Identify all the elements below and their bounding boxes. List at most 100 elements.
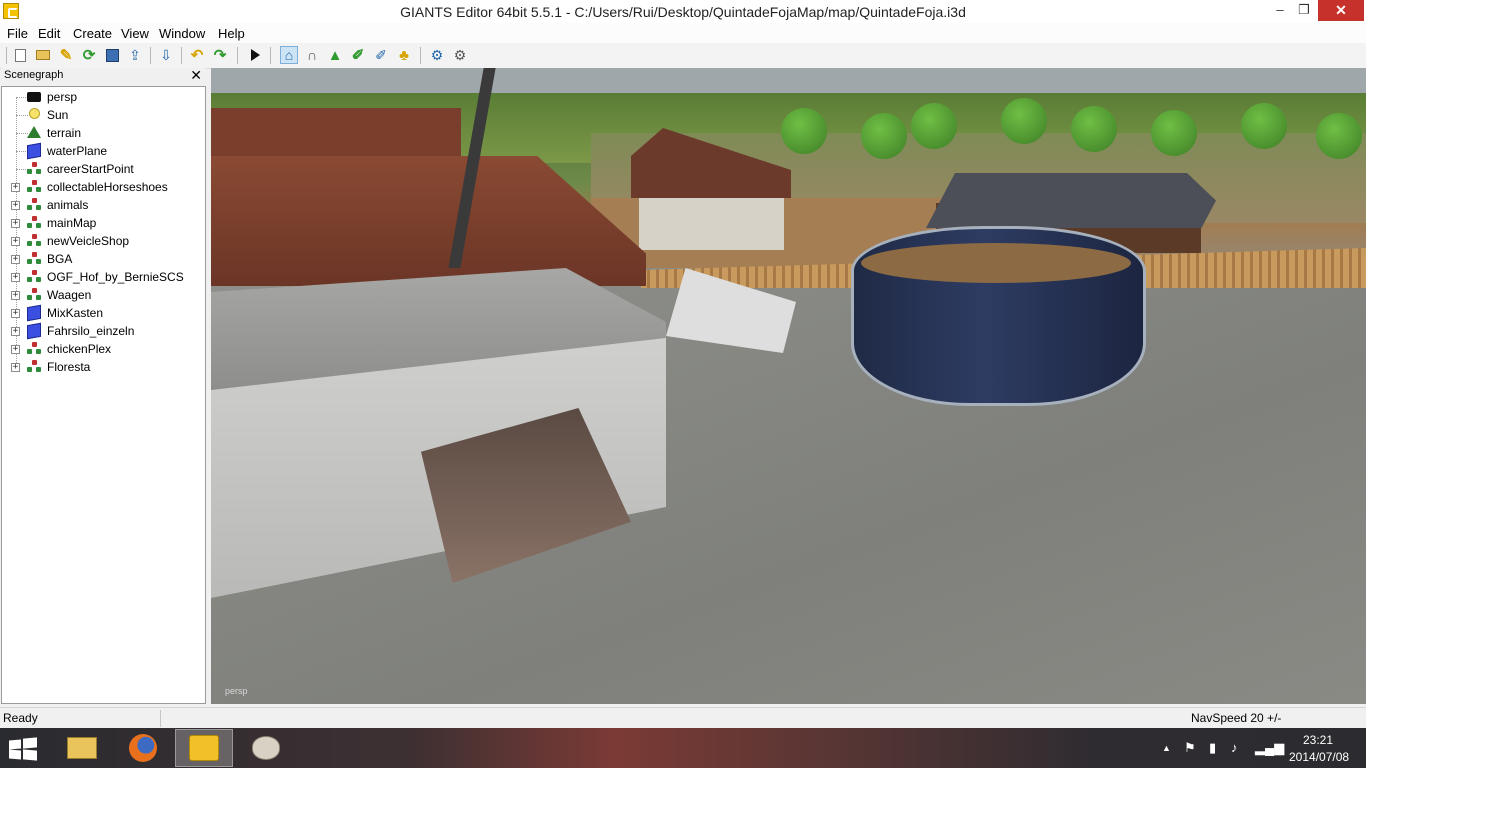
toolbar-separator: [237, 47, 238, 64]
firefox-taskbar-button[interactable]: [114, 729, 172, 767]
gear-refresh-icon[interactable]: ⚙: [451, 46, 469, 64]
restore-button[interactable]: ❐: [1291, 0, 1317, 21]
scenegraph-node-waagen[interactable]: + Waagen: [2, 286, 202, 304]
tree-model: [1316, 113, 1362, 159]
toolbar-separator: [270, 47, 271, 64]
scenegraph-node-terrain[interactable]: terrain: [2, 124, 202, 142]
toolbar-separator: [150, 47, 151, 64]
node-label: terrain: [47, 126, 82, 140]
expand-icon[interactable]: +: [11, 273, 20, 282]
power-icon[interactable]: ▮: [1209, 740, 1216, 756]
3d-viewport[interactable]: persp: [211, 68, 1366, 704]
expand-icon[interactable]: +: [11, 363, 20, 372]
magnet-icon[interactable]: ∩: [303, 46, 321, 64]
scenegraph-node-chickenplex[interactable]: + chickenPlex: [2, 340, 202, 358]
redo-icon[interactable]: ↷: [211, 46, 229, 64]
tree-model: [781, 108, 827, 154]
toolbar-separator: [420, 47, 421, 64]
tree-model: [1151, 110, 1197, 156]
network-signal-icon[interactable]: ▂▄▆: [1255, 740, 1284, 756]
scenegraph-tree[interactable]: persp Sun terrain waterPlane careerStart…: [1, 86, 206, 704]
transformgroup-icon: [27, 162, 41, 176]
volume-icon[interactable]: ♪: [1231, 740, 1238, 755]
terrain-sculpt-icon[interactable]: ▲: [326, 46, 344, 64]
expand-icon[interactable]: +: [11, 255, 20, 264]
file-explorer-icon: [67, 737, 97, 759]
scenegraph-close-icon[interactable]: ✕: [190, 68, 202, 83]
title-bar[interactable]: GIANTS Editor 64bit 5.5.1 - C:/Users/Rui…: [0, 0, 1366, 23]
node-label: Waagen: [47, 288, 92, 302]
status-bar: Ready NavSpeed 20 +/-: [0, 707, 1366, 729]
new-file-icon[interactable]: [11, 46, 29, 64]
expand-icon[interactable]: +: [11, 201, 20, 210]
reload-icon[interactable]: ⟳: [80, 46, 98, 64]
transformgroup-icon: [27, 252, 41, 266]
menu-view[interactable]: View: [121, 26, 149, 41]
expand-icon[interactable]: +: [11, 291, 20, 300]
shape-cube-icon: [27, 322, 41, 340]
node-label: mainMap: [47, 216, 97, 230]
scenegraph-node-careerstartpoint[interactable]: careerStartPoint: [2, 160, 202, 178]
scenegraph-node-waterplane[interactable]: waterPlane: [2, 142, 202, 160]
export-icon[interactable]: ⇪: [126, 46, 144, 64]
scenegraph-node-mainmap[interactable]: + mainMap: [2, 214, 202, 232]
tree-model: [1241, 103, 1287, 149]
expand-icon[interactable]: +: [11, 327, 20, 336]
menu-window[interactable]: Window: [159, 26, 205, 41]
scenegraph-node-sun[interactable]: Sun: [2, 106, 202, 124]
expand-icon[interactable]: +: [11, 183, 20, 192]
edit-icon[interactable]: ✎: [57, 46, 75, 64]
settings-sync-icon[interactable]: ⚙: [428, 46, 446, 64]
navspeed-text: NavSpeed 20 +/-: [1191, 711, 1282, 725]
tree-paint-icon[interactable]: ♣: [395, 46, 413, 64]
tree-model: [911, 103, 957, 149]
scenegraph-node-newveicleshop[interactable]: + newVeicleShop: [2, 232, 202, 250]
node-label: Sun: [47, 108, 69, 122]
expand-icon[interactable]: +: [11, 237, 20, 246]
scenegraph-node-persp[interactable]: persp: [2, 88, 202, 106]
node-label: chickenPlex: [47, 342, 112, 356]
terrain-paint-icon[interactable]: ✐: [349, 46, 367, 64]
menu-help[interactable]: Help: [218, 26, 245, 41]
scenegraph-node-bga[interactable]: + BGA: [2, 250, 202, 268]
scenegraph-node-mixkasten[interactable]: + MixKasten: [2, 304, 202, 322]
scenegraph-node-floresta[interactable]: + Floresta: [2, 358, 202, 376]
paint-taskbar-button[interactable]: [237, 729, 295, 767]
menu-edit[interactable]: Edit: [38, 26, 60, 41]
show-hidden-icons[interactable]: ▲: [1162, 743, 1171, 753]
open-folder-icon[interactable]: [34, 46, 52, 64]
close-button[interactable]: ✕: [1318, 0, 1364, 21]
clock-date[interactable]: 2014/07/08: [1289, 750, 1349, 764]
expand-icon[interactable]: +: [11, 219, 20, 228]
scenegraph-node-collectablehorseshoes[interactable]: + collectableHorseshoes: [2, 178, 202, 196]
scenegraph-node-animals[interactable]: + animals: [2, 196, 202, 214]
scenegraph-node-fahrsilo[interactable]: + Fahrsilo_einzeln: [2, 322, 202, 340]
clock-time[interactable]: 23:21: [1303, 733, 1333, 747]
giants-editor-window: GIANTS Editor 64bit 5.5.1 - C:/Users/Rui…: [0, 0, 1366, 768]
action-center-flag-icon[interactable]: ⚑: [1184, 740, 1196, 756]
save-icon[interactable]: [103, 46, 121, 64]
undo-icon[interactable]: ↶: [188, 46, 206, 64]
light-bulb-icon: [29, 108, 40, 119]
node-label: OGF_Hof_by_BernieSCS: [47, 270, 184, 284]
tree-model: [861, 113, 907, 159]
node-label: Fahrsilo_einzeln: [47, 324, 135, 338]
menu-bar: File Edit Create View Window Help: [0, 23, 1366, 43]
giants-editor-taskbar-button[interactable]: [175, 729, 233, 767]
menu-file[interactable]: File: [7, 26, 28, 41]
minimize-button[interactable]: ‒: [1267, 0, 1293, 21]
file-explorer-taskbar-button[interactable]: [53, 729, 111, 767]
start-button[interactable]: [9, 737, 39, 761]
play-icon[interactable]: [246, 46, 264, 64]
select-mode-icon[interactable]: ⌂: [280, 46, 298, 64]
transformgroup-icon: [27, 270, 41, 284]
expand-icon[interactable]: +: [11, 345, 20, 354]
scenegraph-node-ogf-hof[interactable]: + OGF_Hof_by_BernieSCS: [2, 268, 202, 286]
import-icon[interactable]: ⇩: [157, 46, 175, 64]
scenegraph-header: Scenegraph ✕: [1, 68, 206, 85]
menu-create[interactable]: Create: [73, 26, 112, 41]
expand-icon[interactable]: +: [11, 309, 20, 318]
node-label: careerStartPoint: [47, 162, 134, 176]
transformgroup-icon: [27, 198, 41, 212]
foliage-paint-icon[interactable]: ✐: [372, 46, 390, 64]
